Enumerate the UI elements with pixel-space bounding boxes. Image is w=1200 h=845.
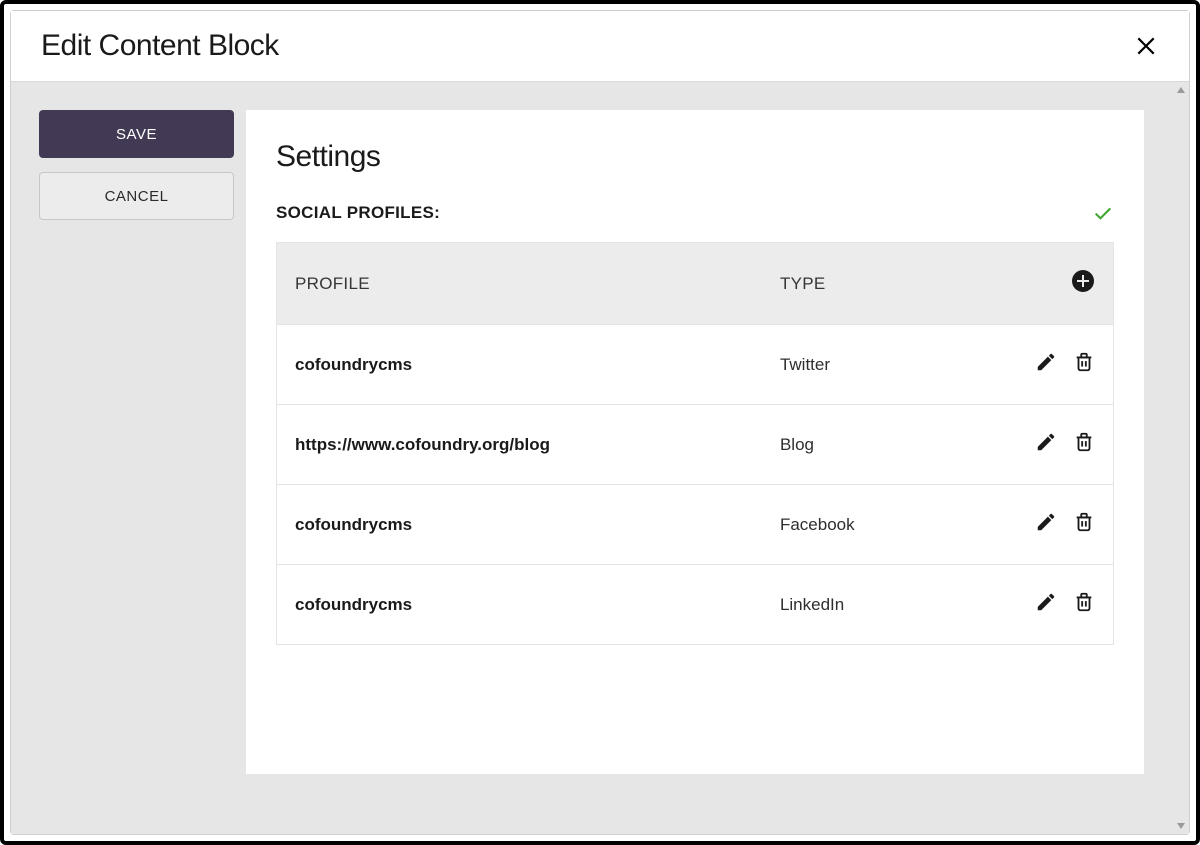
cell-type: Blog bbox=[762, 405, 988, 485]
vertical-scrollbar[interactable] bbox=[1173, 82, 1189, 834]
cell-profile: cofoundrycms bbox=[277, 325, 762, 405]
close-icon[interactable] bbox=[1133, 33, 1159, 59]
modal-header: Edit Content Block bbox=[11, 11, 1189, 82]
cancel-button[interactable]: CANCEL bbox=[39, 172, 234, 220]
modal-body: SAVE CANCEL Settings SOCIAL PROFILES: bbox=[11, 82, 1189, 834]
table-row: cofoundrycmsTwitter bbox=[277, 325, 1114, 405]
edit-icon[interactable] bbox=[1035, 351, 1057, 373]
cell-type: Twitter bbox=[762, 325, 988, 405]
column-header-profile: PROFILE bbox=[277, 243, 762, 325]
cell-actions bbox=[988, 485, 1114, 565]
column-header-actions bbox=[988, 243, 1114, 325]
cell-type: Facebook bbox=[762, 485, 988, 565]
add-row-icon[interactable] bbox=[1071, 269, 1095, 293]
delete-icon[interactable] bbox=[1073, 431, 1095, 453]
app-frame: Edit Content Block SAVE CANCEL Settings … bbox=[0, 0, 1200, 845]
cell-profile: cofoundrycms bbox=[277, 565, 762, 645]
table-row: https://www.cofoundry.org/blogBlog bbox=[277, 405, 1114, 485]
cell-actions bbox=[988, 405, 1114, 485]
cell-profile: https://www.cofoundry.org/blog bbox=[277, 405, 762, 485]
section-header-row: SOCIAL PROFILES: bbox=[276, 202, 1114, 224]
settings-title: Settings bbox=[276, 140, 1114, 174]
edit-icon[interactable] bbox=[1035, 591, 1057, 613]
delete-icon[interactable] bbox=[1073, 511, 1095, 533]
column-header-type: TYPE bbox=[762, 243, 988, 325]
modal-title: Edit Content Block bbox=[41, 29, 279, 63]
scroll-down-icon[interactable] bbox=[1173, 818, 1189, 834]
edit-icon[interactable] bbox=[1035, 431, 1057, 453]
table-row: cofoundrycmsLinkedIn bbox=[277, 565, 1114, 645]
cell-actions bbox=[988, 325, 1114, 405]
checkmark-icon bbox=[1092, 202, 1114, 224]
table-row: cofoundrycmsFacebook bbox=[277, 485, 1114, 565]
settings-panel: Settings SOCIAL PROFILES: PROFILE TYPE bbox=[246, 110, 1144, 774]
edit-content-block-modal: Edit Content Block SAVE CANCEL Settings … bbox=[10, 10, 1190, 835]
delete-icon[interactable] bbox=[1073, 351, 1095, 373]
cell-profile: cofoundrycms bbox=[277, 485, 762, 565]
edit-icon[interactable] bbox=[1035, 511, 1057, 533]
social-profiles-label: SOCIAL PROFILES: bbox=[276, 203, 440, 223]
cell-type: LinkedIn bbox=[762, 565, 988, 645]
delete-icon[interactable] bbox=[1073, 591, 1095, 613]
action-sidebar: SAVE CANCEL bbox=[11, 82, 246, 834]
table-header-row: PROFILE TYPE bbox=[277, 243, 1114, 325]
social-profiles-table: PROFILE TYPE cofoundrycmsTwitterhttps://… bbox=[276, 242, 1114, 645]
cell-actions bbox=[988, 565, 1114, 645]
scroll-up-icon[interactable] bbox=[1173, 82, 1189, 98]
save-button[interactable]: SAVE bbox=[39, 110, 234, 158]
